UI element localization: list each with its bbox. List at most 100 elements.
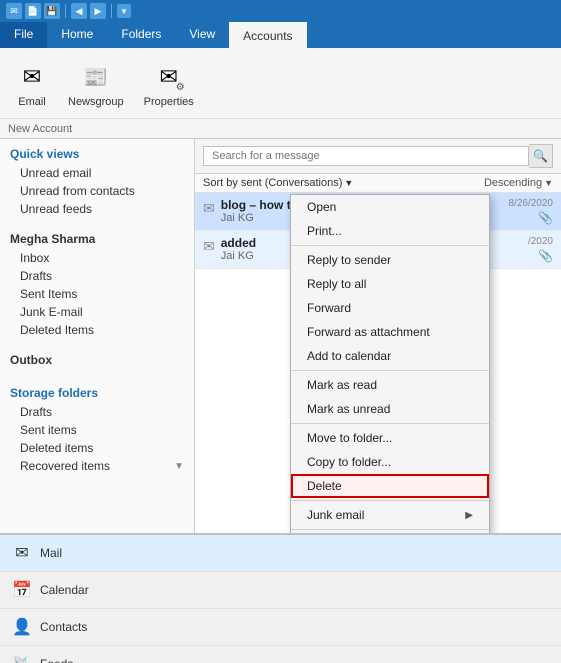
ctx-forward[interactable]: Forward: [291, 296, 489, 320]
sidebar-item-storage-drafts[interactable]: Drafts: [0, 403, 194, 421]
feeds-icon: 📡: [12, 654, 32, 663]
ctx-reply-all[interactable]: Reply to all: [291, 272, 489, 296]
ctx-sep2: [291, 370, 489, 371]
nav-feeds[interactable]: 📡 Feeds: [0, 646, 561, 663]
ctx-mark-unread[interactable]: Mark as unread: [291, 397, 489, 421]
sidebar-item-storage-recovered[interactable]: Recovered items ▼: [0, 457, 194, 475]
sidebar-item-inbox[interactable]: Inbox: [0, 249, 194, 267]
fwd-icon[interactable]: ▶: [90, 3, 106, 19]
ctx-forward-attach[interactable]: Forward as attachment: [291, 320, 489, 344]
ctx-forward-attach-label: Forward as attachment: [307, 325, 430, 339]
ctx-add-contact: Add sender to contacts: [291, 532, 489, 533]
search-input[interactable]: [203, 146, 529, 166]
ctx-reply-sender-label: Reply to sender: [307, 253, 391, 267]
scroll-down-arrow: ▼: [174, 461, 184, 472]
ctx-copy-folder[interactable]: Copy to folder...: [291, 450, 489, 474]
ctx-junk-email-label: Junk email: [307, 508, 364, 522]
sort-button[interactable]: Sort by sent (Conversations) ▼: [203, 177, 353, 189]
ctx-print-label: Print...: [307, 224, 342, 238]
email-meta-2: /2020 📎: [528, 236, 553, 263]
nav-calendar[interactable]: 📅 Calendar: [0, 572, 561, 609]
email-date-1: 8/26/2020: [509, 198, 554, 209]
sidebar-item-junk[interactable]: Junk E-mail: [0, 303, 194, 321]
email-attach-icon-2: 📎: [538, 249, 553, 263]
email-label: Email: [18, 96, 46, 108]
sort-label: Sort by sent (Conversations): [203, 177, 342, 189]
sidebar-item-unread-contacts[interactable]: Unread from contacts: [0, 182, 194, 200]
properties-icon: ✉⚙: [153, 61, 185, 93]
ctx-junk-email[interactable]: Junk email ▶: [291, 503, 489, 527]
tab-file[interactable]: File: [0, 22, 47, 48]
ctx-sep3: [291, 423, 489, 424]
ribbon-tabs: File Home Folders View Accounts: [0, 22, 561, 48]
storage-recovered-label: Recovered items: [20, 459, 110, 473]
new-doc-icon[interactable]: 📄: [25, 3, 41, 19]
middle-section: Quick views Unread email Unread from con…: [0, 139, 561, 533]
search-bar: 🔍: [195, 139, 561, 174]
ctx-print[interactable]: Print...: [291, 219, 489, 243]
ctx-junk-arrow: ▶: [465, 510, 473, 521]
sidebar-divider3: [0, 370, 194, 378]
more-icon[interactable]: ▼: [117, 4, 131, 18]
ctx-mark-read-label: Mark as read: [307, 378, 377, 392]
newsgroup-icon: 📰: [80, 61, 112, 93]
sort-dropdown-icon: ▼: [344, 178, 353, 188]
tab-folders[interactable]: Folders: [107, 22, 175, 48]
tab-home[interactable]: Home: [47, 22, 107, 48]
nav-contacts-label: Contacts: [40, 620, 87, 634]
ctx-add-calendar[interactable]: Add to calendar: [291, 344, 489, 368]
sort-order[interactable]: Descending ▼: [484, 177, 553, 189]
email-envelope-icon-1: ✉: [203, 200, 215, 225]
ctx-move-folder[interactable]: Move to folder...: [291, 426, 489, 450]
new-account-area: New Account: [0, 118, 561, 138]
nav-calendar-label: Calendar: [40, 583, 89, 597]
tab-view[interactable]: View: [175, 22, 229, 48]
email-button[interactable]: ✉ Email: [8, 57, 56, 112]
sidebar: Quick views Unread email Unread from con…: [0, 139, 195, 533]
ribbon-content: ✉ Email 📰 Newsgroup ✉⚙ Properties: [0, 48, 561, 118]
email-date-2: /2020: [528, 236, 553, 247]
sidebar-item-storage-deleted[interactable]: Deleted items: [0, 439, 194, 457]
nav-contacts[interactable]: 👤 Contacts: [0, 609, 561, 646]
nav-mail[interactable]: ✉ Mail: [0, 535, 561, 572]
calendar-icon: 📅: [12, 580, 32, 600]
save-icon[interactable]: 💾: [44, 3, 60, 19]
nav-mail-label: Mail: [40, 546, 62, 560]
newsgroup-button[interactable]: 📰 Newsgroup: [60, 57, 132, 112]
nav-feeds-label: Feeds: [40, 657, 73, 663]
mail-icon: ✉: [12, 543, 32, 563]
title-bar: ✉ 📄 💾 ◀ ▶ ▼: [0, 0, 561, 22]
ctx-mark-read[interactable]: Mark as read: [291, 373, 489, 397]
properties-button[interactable]: ✉⚙ Properties: [136, 57, 202, 112]
sidebar-item-unread-feeds[interactable]: Unread feeds: [0, 200, 194, 218]
content-area: 🔍 Sort by sent (Conversations) ▼ Descend…: [195, 139, 561, 533]
quick-views-header: Quick views: [0, 139, 194, 164]
sidebar-divider1: [0, 218, 194, 226]
newsgroup-label: Newsgroup: [68, 96, 124, 108]
new-account-label: New Account: [8, 123, 72, 135]
sidebar-item-unread-email[interactable]: Unread email: [0, 164, 194, 182]
ctx-delete[interactable]: Delete: [291, 474, 489, 498]
ctx-reply-sender[interactable]: Reply to sender: [291, 248, 489, 272]
ctx-add-calendar-label: Add to calendar: [307, 349, 391, 363]
title-divider: [65, 4, 66, 18]
search-button[interactable]: 🔍: [529, 144, 553, 168]
sort-bar: Sort by sent (Conversations) ▼ Descendin…: [195, 174, 561, 193]
ctx-sep5: [291, 529, 489, 530]
sort-order-label: Descending: [484, 177, 542, 189]
ctx-sep1: [291, 245, 489, 246]
contacts-icon: 👤: [12, 617, 32, 637]
ribbon: File Home Folders View Accounts ✉ Email …: [0, 22, 561, 139]
tab-accounts[interactable]: Accounts: [229, 22, 306, 48]
sidebar-item-drafts[interactable]: Drafts: [0, 267, 194, 285]
sidebar-item-deleted[interactable]: Deleted Items: [0, 321, 194, 339]
ctx-delete-label: Delete: [307, 479, 342, 493]
ctx-sep4: [291, 500, 489, 501]
sidebar-item-storage-sent[interactable]: Sent items: [0, 421, 194, 439]
sidebar-divider2: [0, 339, 194, 347]
sidebar-item-sent[interactable]: Sent Items: [0, 285, 194, 303]
back-icon[interactable]: ◀: [71, 3, 87, 19]
ctx-open[interactable]: Open: [291, 195, 489, 219]
app-icon: ✉: [6, 3, 22, 19]
sort-order-icon: ▼: [544, 178, 553, 188]
